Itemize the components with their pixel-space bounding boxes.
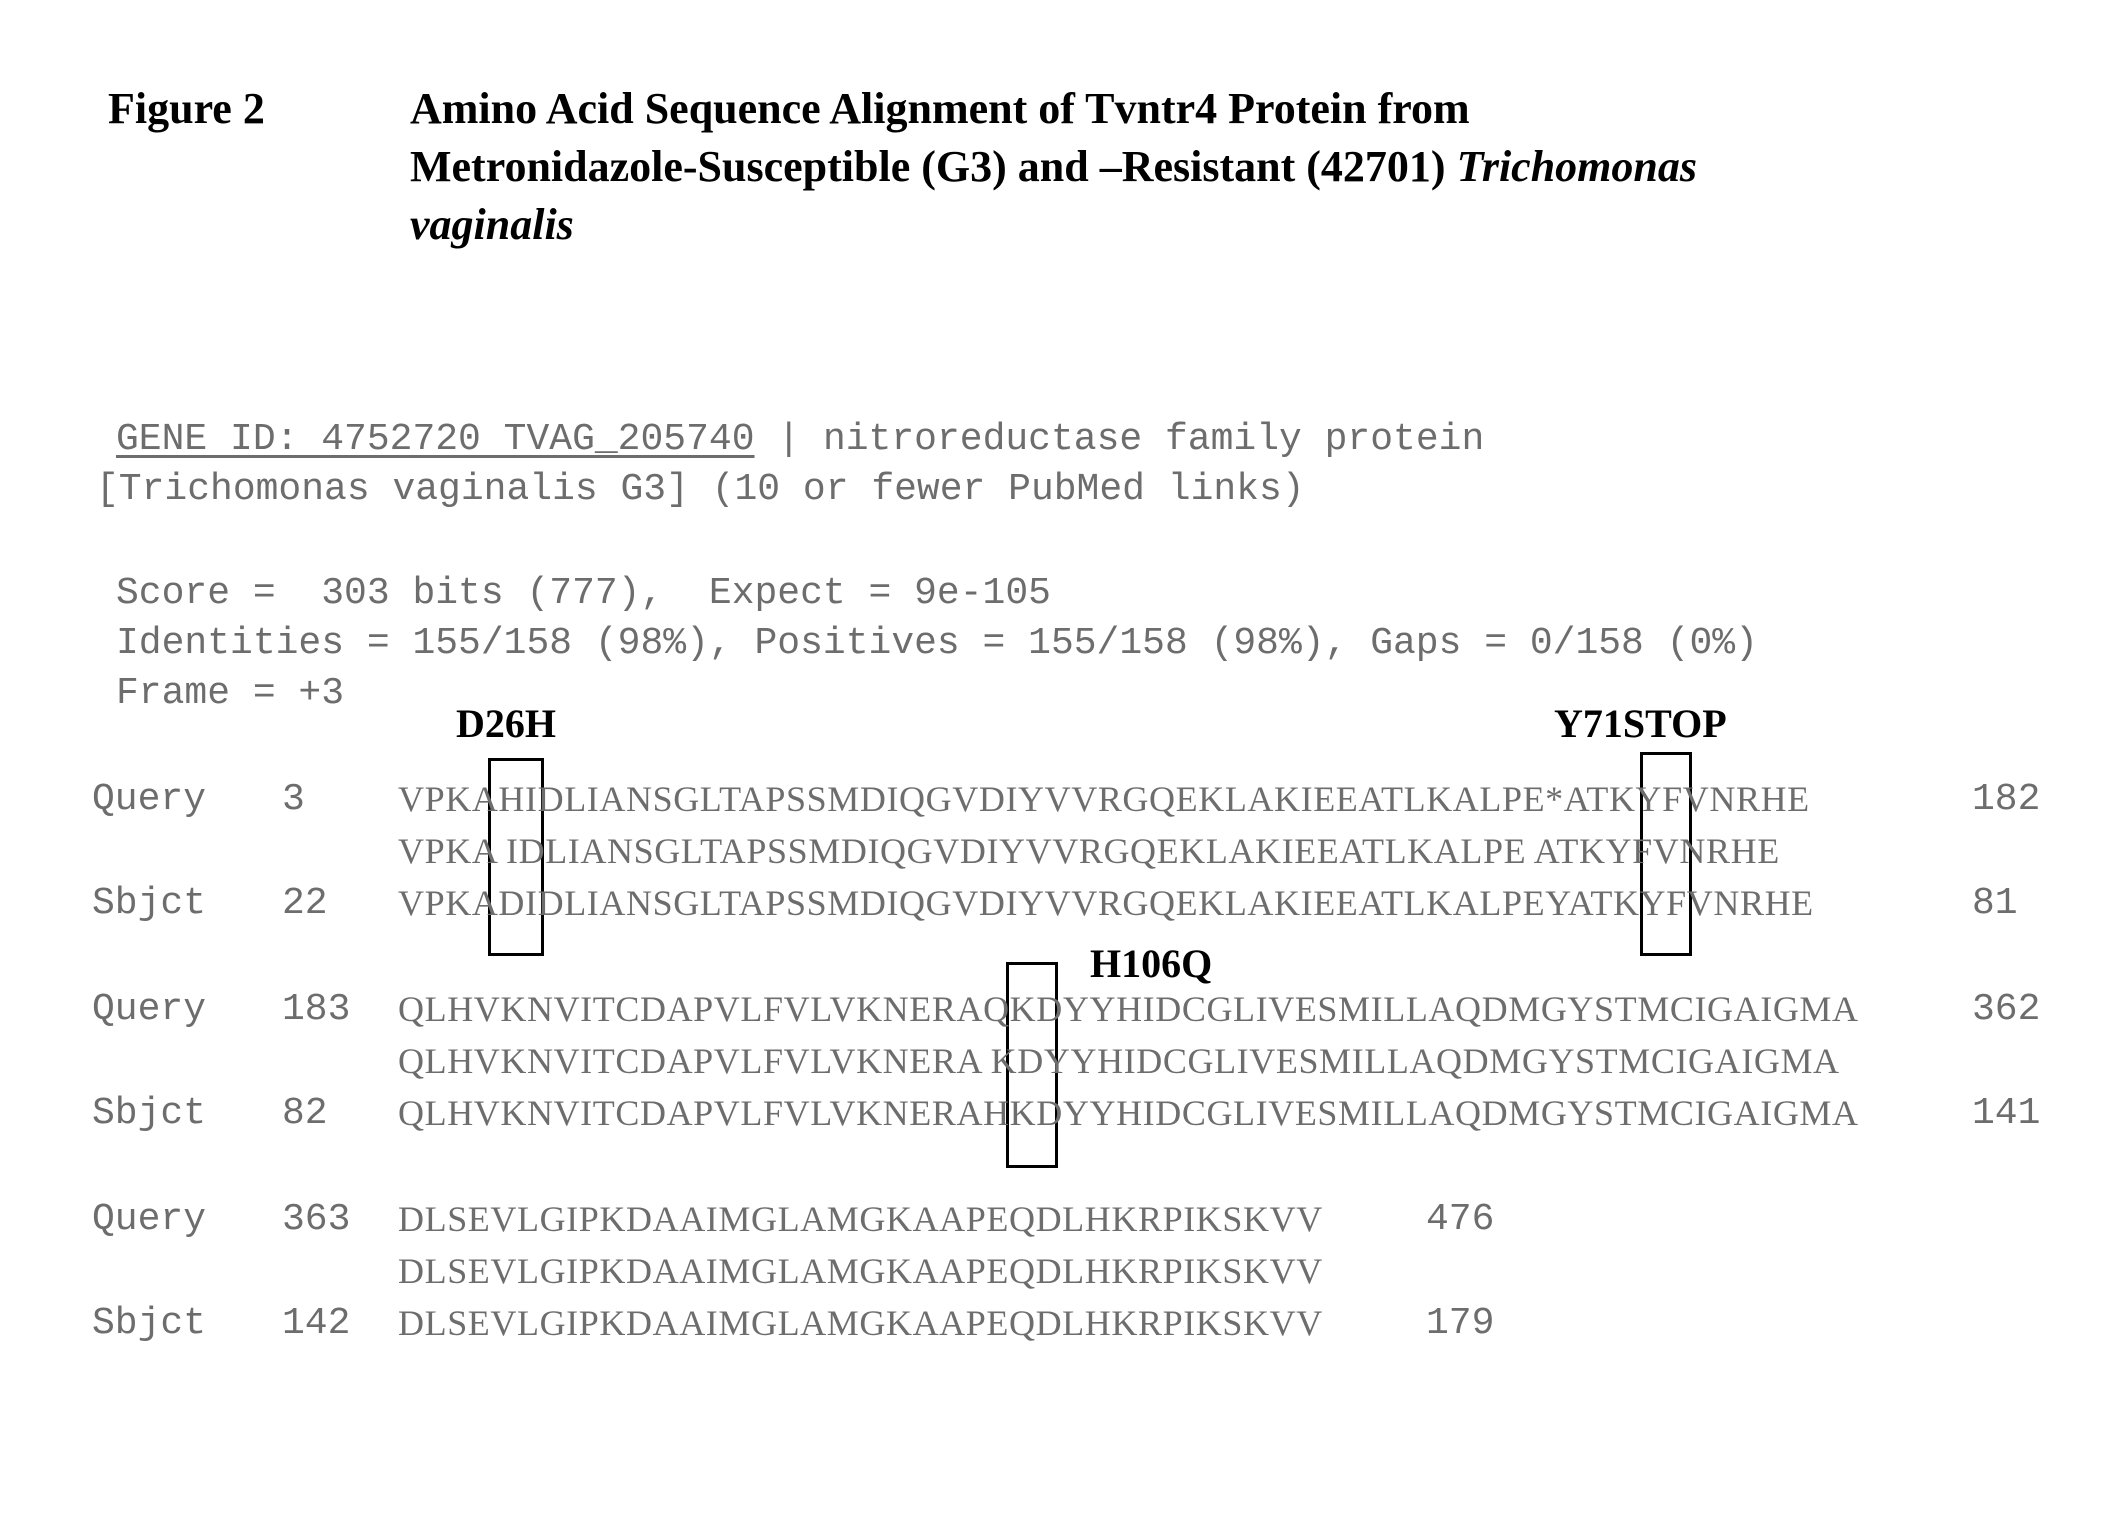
row-sequence: DLSEVLGIPKDAAIMGLAMGKAAPEQDLHKRPIKSKVV — [398, 1303, 1323, 1343]
row-start: 3 — [282, 778, 305, 821]
figure-title-line-3: vaginalis — [410, 196, 1970, 254]
row-end: 476 — [1426, 1198, 1495, 1241]
row-sequence: QLHVKNVITCDAPVLFVLVKNERAHKDYYHIDCGLIVESM… — [398, 1093, 1859, 1133]
organism-line: [Trichomonas vaginalis G3] (10 or fewer … — [96, 468, 1305, 511]
row-end: 141 — [1972, 1092, 2041, 1135]
row-start: 22 — [282, 882, 328, 925]
row-start: 142 — [282, 1302, 351, 1345]
gene-id-link[interactable]: GENE ID: 4752720 TVAG_205740 — [116, 418, 755, 461]
row-end: 179 — [1426, 1302, 1495, 1345]
alignment-query-row: Query 183 QLHVKNVITCDAPVLFVLVKNERAQKDYYH… — [92, 988, 2040, 1032]
alignment-query-row: Query 363 DLSEVLGIPKDAAIMGLAMGKAAPEQDLHK… — [92, 1198, 1494, 1242]
gene-description: nitroreductase family protein — [822, 418, 1485, 461]
row-sequence: VPKAHIDLIANSGLTAPSSMDIQGVDIYVVRGQEKLAKIE… — [398, 779, 1810, 819]
gene-header-line: GENE ID: 4752720 TVAG_205740 | nitroredu… — [116, 418, 1484, 461]
figure-label: Figure 2 — [108, 84, 265, 133]
alignment-sbjct-row: Sbjct 142 DLSEVLGIPKDAAIMGLAMGKAAPEQDLHK… — [92, 1302, 1494, 1346]
identities-line: Identities = 155/158 (98%), Positives = … — [116, 622, 1758, 665]
row-sequence: DLSEVLGIPKDAAIMGLAMGKAAPEQDLHKRPIKSKVV — [398, 1199, 1323, 1239]
row-label: Query — [92, 778, 207, 821]
gene-separator: | — [754, 418, 823, 461]
row-sequence: QLHVKNVITCDAPVLFVLVKNERAQKDYYHIDCGLIVESM… — [398, 989, 1859, 1029]
figure-title: Amino Acid Sequence Alignment of Tvntr4 … — [410, 80, 1970, 254]
score-line: Score = 303 bits (777), Expect = 9e-105 — [116, 572, 1051, 615]
row-start: 183 — [282, 988, 351, 1031]
row-sequence: VPKADIDLIANSGLTAPSSMDIQGVDIYVVRGQEKLAKIE… — [398, 883, 1814, 923]
alignment-sbjct-row: Sbjct 22 VPKADIDLIANSGLTAPSSMDIQGVDIYVVR… — [92, 882, 2018, 926]
row-end: 81 — [1972, 882, 2018, 925]
organism-species: vaginalis — [410, 200, 574, 249]
alignment-match-row: DLSEVLGIPKDAAIMGLAMGKAAPEQDLHKRPIKSKVV — [92, 1250, 1322, 1294]
row-label: Sbjct — [92, 1092, 207, 1135]
row-start: 363 — [282, 1198, 351, 1241]
mutation-label-h106q: H106Q — [1090, 941, 1213, 986]
figure-title-line-2: Metronidazole-Susceptible (G3) and –Resi… — [410, 142, 1697, 191]
organism-genus: Trichomonas — [1456, 142, 1697, 191]
alignment-sbjct-row: Sbjct 82 QLHVKNVITCDAPVLFVLVKNERAHKDYYHI… — [92, 1092, 2040, 1136]
row-label: Sbjct — [92, 882, 207, 925]
row-sequence: VPKA IDLIANSGLTAPSSMDIQGVDIYVVRGQEKLAKIE… — [398, 831, 1780, 871]
row-start: 82 — [282, 1092, 328, 1135]
row-label: Query — [92, 988, 207, 1031]
row-label: Sbjct — [92, 1302, 207, 1345]
row-sequence: QLHVKNVITCDAPVLFVLVKNERA KDYYHIDCGLIVESM… — [398, 1041, 1840, 1081]
mutation-label-y71stop: Y71STOP — [1554, 701, 1727, 746]
row-sequence: DLSEVLGIPKDAAIMGLAMGKAAPEQDLHKRPIKSKVV — [398, 1251, 1323, 1291]
alignment-match-row: VPKA IDLIANSGLTAPSSMDIQGVDIYVVRGQEKLAKIE… — [92, 830, 1779, 874]
frame-line: Frame = +3 — [116, 672, 345, 715]
row-end: 362 — [1972, 988, 2041, 1031]
mutation-label-d26h: D26H — [456, 701, 556, 746]
figure-title-line-1: Amino Acid Sequence Alignment of Tvntr4 … — [410, 84, 1470, 133]
alignment-match-row: QLHVKNVITCDAPVLFVLVKNERA KDYYHIDCGLIVESM… — [92, 1040, 1839, 1084]
row-end: 182 — [1972, 778, 2041, 821]
alignment-query-row: Query 3 VPKAHIDLIANSGLTAPSSMDIQGVDIYVVRG… — [92, 778, 2040, 822]
row-label: Query — [92, 1198, 207, 1241]
